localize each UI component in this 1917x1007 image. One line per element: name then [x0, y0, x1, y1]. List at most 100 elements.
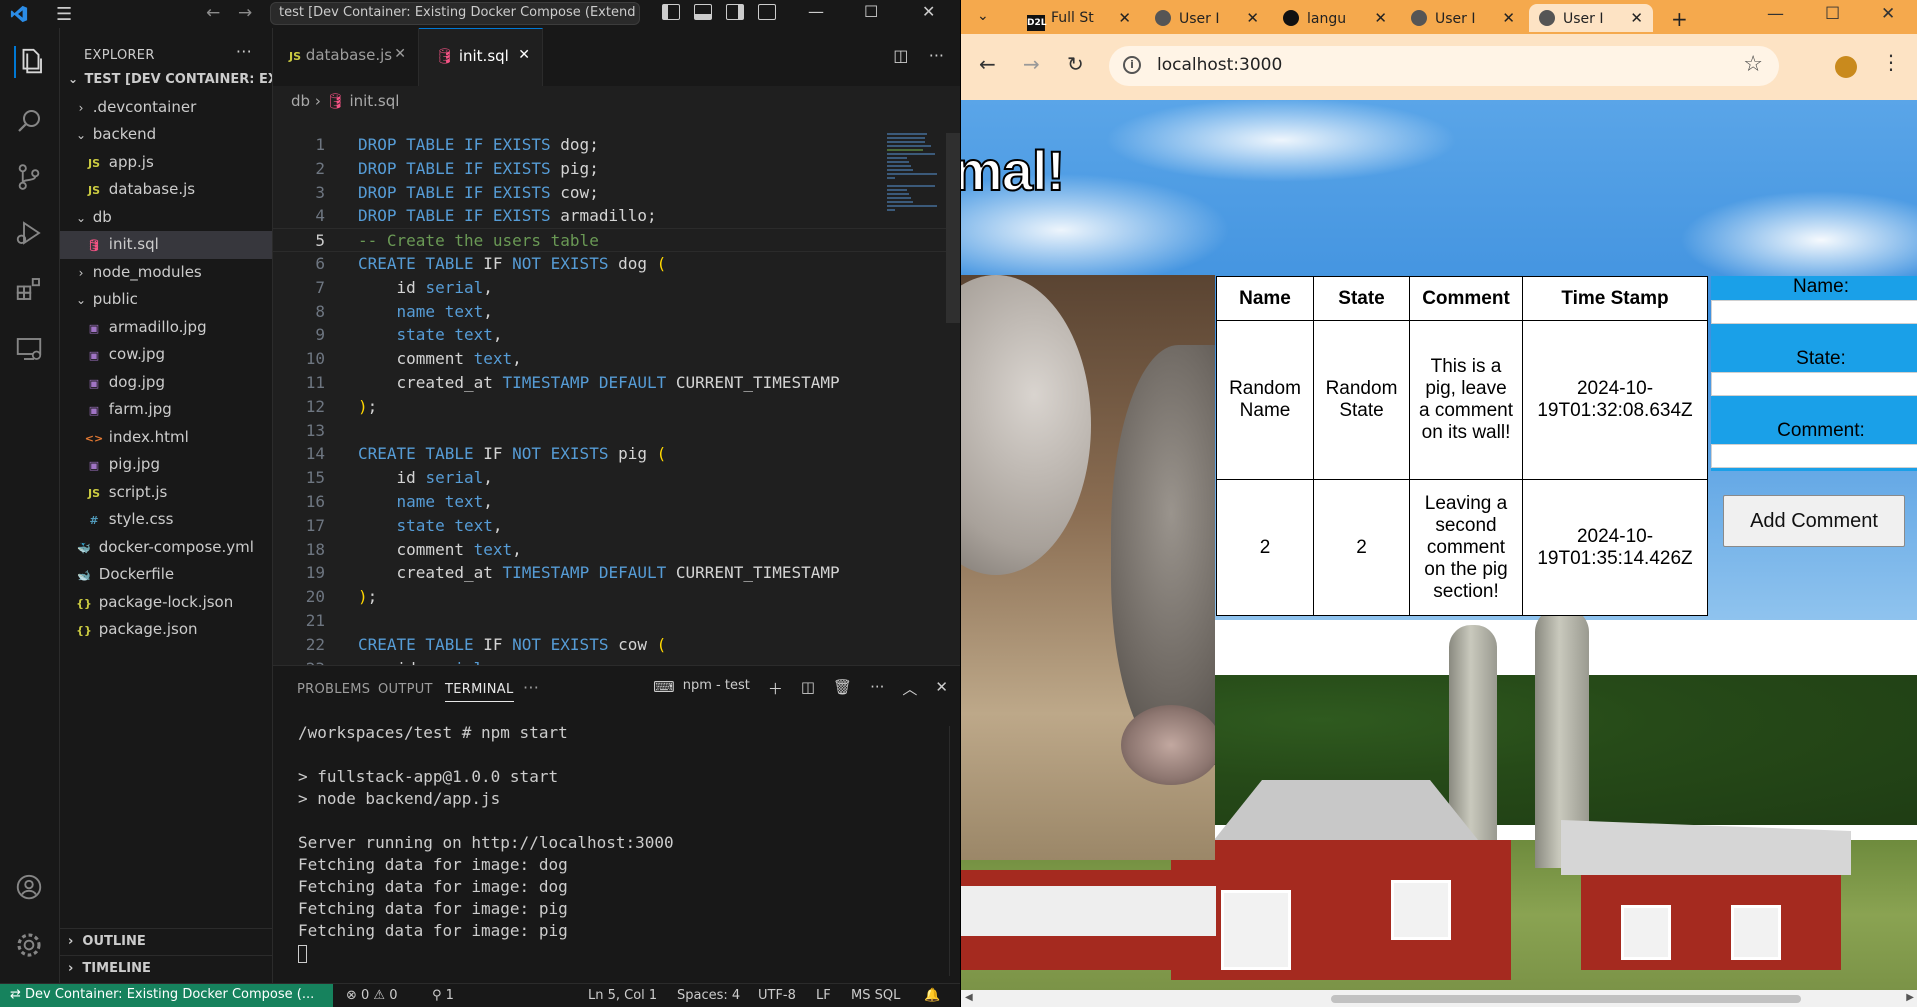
encoding[interactable]: UTF-8: [758, 988, 796, 1003]
new-tab-icon[interactable]: +: [1661, 1, 1688, 31]
tree-item[interactable]: 🐋 Dockerfile: [60, 561, 272, 589]
editor-scrollbar[interactable]: [946, 133, 960, 323]
split-terminal-icon[interactable]: ◫: [801, 678, 815, 699]
scroll-left-icon[interactable]: ◀: [965, 992, 973, 1003]
terminal-output[interactable]: /workspaces/test # npm start > fullstack-…: [298, 722, 674, 964]
tree-item[interactable]: <> index.html: [60, 424, 272, 452]
scroll-right-icon[interactable]: ▶: [1906, 992, 1914, 1003]
minimap[interactable]: [887, 133, 942, 223]
forward-arrow-icon[interactable]: →: [238, 3, 252, 23]
back-arrow-icon[interactable]: ←: [206, 3, 220, 23]
tree-item[interactable]: ⌄ public: [60, 286, 272, 314]
editor-more-icon[interactable]: ···: [929, 46, 944, 65]
reload-icon[interactable]: ↻: [1067, 52, 1084, 76]
close-tab-icon[interactable]: ✕: [1246, 9, 1259, 27]
source-control-icon[interactable]: [14, 162, 46, 194]
toggle-sidebar-icon[interactable]: [662, 4, 680, 20]
close-window-icon[interactable]: ✕: [1881, 4, 1895, 24]
tab-output[interactable]: OUTPUT: [378, 682, 433, 697]
menu-icon[interactable]: ☰: [56, 4, 72, 25]
close-window-icon[interactable]: ✕: [922, 2, 935, 21]
scrollbar-thumb[interactable]: [1331, 995, 1801, 1003]
end-of-line[interactable]: LF: [816, 988, 831, 1003]
indentation[interactable]: Spaces: 4: [677, 988, 740, 1003]
terminal-prompt[interactable]: [298, 942, 674, 964]
tree-item[interactable]: # style.css: [60, 506, 272, 534]
browser-menu-icon[interactable]: ⋮: [1881, 50, 1901, 74]
browser-tab-2[interactable]: User I ✕: [1145, 4, 1269, 32]
tree-item[interactable]: ⌄ db: [60, 204, 272, 232]
tree-item[interactable]: {} package.json: [60, 616, 272, 644]
close-tab-icon[interactable]: ✕: [1118, 9, 1131, 27]
language-mode[interactable]: MS SQL: [851, 988, 900, 1003]
ports-count[interactable]: ⚲ 1: [432, 988, 454, 1003]
comment-input[interactable]: [1711, 444, 1917, 468]
panel-more-icon[interactable]: ···: [523, 678, 539, 697]
toggle-panel-icon[interactable]: [694, 4, 712, 20]
profile-avatar-icon[interactable]: [1835, 56, 1857, 78]
accounts-icon[interactable]: [14, 872, 46, 904]
tab-terminal[interactable]: TERMINAL: [445, 682, 514, 702]
state-input[interactable]: [1711, 372, 1917, 396]
site-info-icon[interactable]: i: [1123, 56, 1141, 74]
tree-item[interactable]: ▣ farm.jpg: [60, 396, 272, 424]
split-editor-icon[interactable]: ◫: [893, 46, 908, 65]
code-editor[interactable]: 1 DROP TABLE IF EXISTS dog; 2 DROP TABLE IF…: [273, 133, 960, 665]
tree-item[interactable]: ▣ cow.jpg: [60, 341, 272, 369]
terminal-scrollbar[interactable]: [949, 726, 950, 976]
close-panel-icon[interactable]: ✕: [935, 678, 948, 699]
timeline-section[interactable]: › TIMELINE: [60, 955, 273, 981]
close-tab-icon[interactable]: ✕: [1630, 9, 1643, 27]
tab-init-sql[interactable]: 🛢 init.sql ✕: [419, 28, 543, 86]
bookmark-star-icon[interactable]: ☆: [1743, 52, 1763, 77]
search-icon[interactable]: [14, 106, 46, 138]
minimize-icon[interactable]: —: [808, 2, 824, 21]
browser-tab-1[interactable]: D2L Full St ✕: [1017, 4, 1141, 32]
kill-terminal-icon[interactable]: 🗑: [833, 678, 852, 699]
browser-tab-5-active[interactable]: User I ✕: [1529, 4, 1653, 32]
tree-item[interactable]: ▣ pig.jpg: [60, 451, 272, 479]
horizontal-scrollbar[interactable]: ◀ ▶: [961, 990, 1917, 1007]
manage-gear-icon[interactable]: [14, 930, 46, 962]
close-tab-icon[interactable]: ✕: [1502, 9, 1515, 27]
remote-indicator[interactable]: ⇄ Dev Container: Existing Docker Compose…: [0, 984, 333, 1007]
tree-item[interactable]: JS app.js: [60, 149, 272, 177]
close-tab-icon[interactable]: ✕: [1374, 9, 1387, 27]
problems-count[interactable]: ⊗ 0 ⚠ 0: [346, 988, 398, 1003]
toggle-secondary-sidebar-icon[interactable]: [726, 4, 744, 20]
add-comment-button[interactable]: Add Comment: [1723, 495, 1905, 547]
tree-item[interactable]: JS database.js: [60, 176, 272, 204]
tree-item[interactable]: › node_modules: [60, 259, 272, 287]
tree-item[interactable]: ▣ armadillo.jpg: [60, 314, 272, 342]
breadcrumb-file[interactable]: init.sql: [349, 92, 399, 110]
terminal-name[interactable]: npm - test: [683, 678, 750, 699]
tree-item[interactable]: ⌄ backend: [60, 121, 272, 149]
run-debug-icon[interactable]: [14, 218, 46, 250]
forward-arrow-icon[interactable]: →: [1023, 52, 1040, 76]
maximize-panel-icon[interactable]: ︿: [902, 678, 917, 699]
maximize-icon[interactable]: ☐: [864, 2, 878, 21]
tab-database-js[interactable]: JS database.js ✕: [273, 28, 419, 86]
more-actions-icon[interactable]: ···: [236, 42, 252, 61]
browser-tab-4[interactable]: User I ✕: [1401, 4, 1525, 32]
tree-item[interactable]: ▣ dog.jpg: [60, 369, 272, 397]
terminal-more-icon[interactable]: ···: [870, 678, 884, 699]
tab-problems[interactable]: PROBLEMS: [297, 682, 370, 697]
browser-tab-3[interactable]: langu ✕: [1273, 4, 1397, 32]
close-tab-icon[interactable]: ✕: [394, 46, 406, 62]
tree-item[interactable]: › .devcontainer: [60, 94, 272, 122]
cursor-position[interactable]: Ln 5, Col 1: [588, 988, 657, 1003]
new-terminal-icon[interactable]: ＋: [768, 678, 783, 699]
minimize-icon[interactable]: —: [1767, 4, 1784, 24]
remote-explorer-icon[interactable]: [14, 334, 46, 366]
notifications-bell-icon[interactable]: 🔔: [924, 988, 940, 1003]
tab-search-icon[interactable]: ⌄: [967, 2, 1003, 30]
back-arrow-icon[interactable]: ←: [979, 52, 996, 76]
outline-section[interactable]: › OUTLINE: [60, 928, 273, 954]
tree-item[interactable]: 🛢 init.sql: [60, 231, 272, 259]
tree-item[interactable]: {} package-lock.json: [60, 589, 272, 617]
tree-item[interactable]: 🐳 docker-compose.yml: [60, 534, 272, 562]
close-tab-icon[interactable]: ✕: [518, 47, 530, 63]
tree-item[interactable]: JS script.js: [60, 479, 272, 507]
explorer-icon[interactable]: [14, 46, 46, 78]
